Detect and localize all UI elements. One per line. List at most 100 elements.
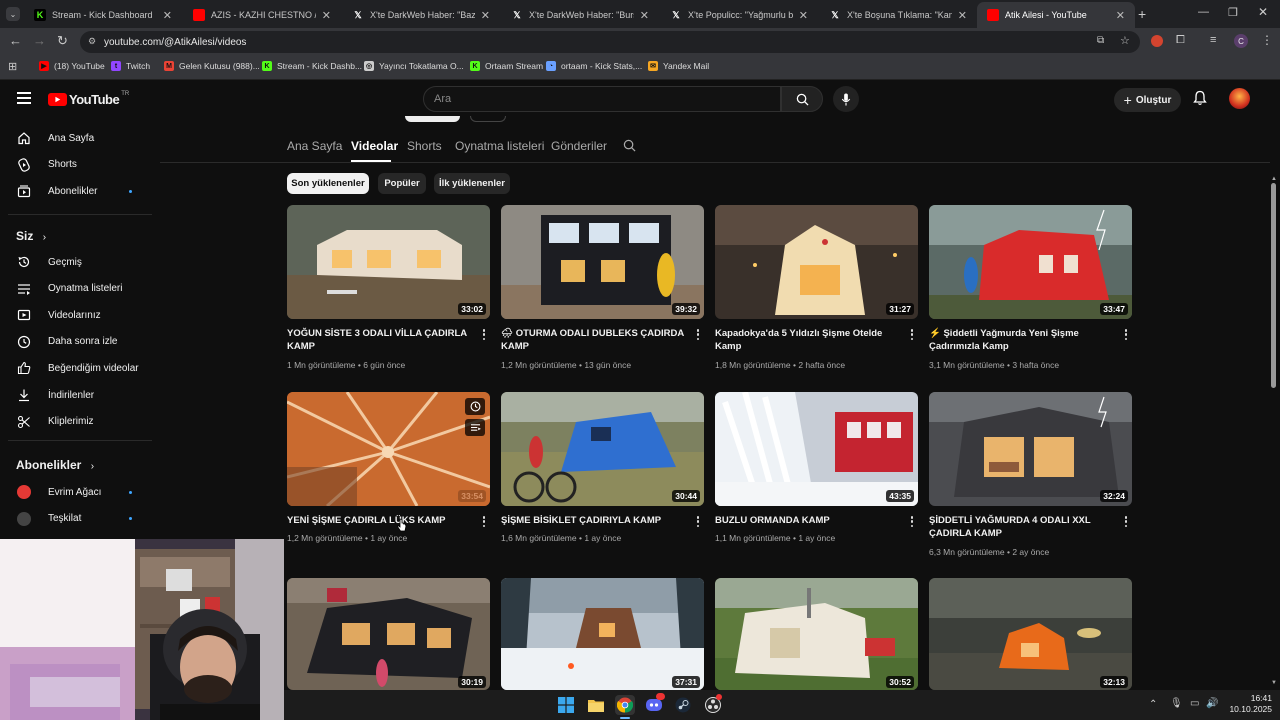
join-button-remnant[interactable] bbox=[470, 116, 506, 122]
filter-chip[interactable]: Son yüklenenler bbox=[287, 173, 369, 194]
search-button[interactable] bbox=[781, 86, 823, 112]
sidebar-you-heading[interactable]: Siz › bbox=[16, 229, 46, 243]
watch-later-clock-icon[interactable] bbox=[465, 398, 485, 415]
video-card[interactable]: 30:19 bbox=[287, 578, 490, 690]
video-title[interactable]: ŞİŞME BİSİKLET ÇADIRIYLA KAMP bbox=[501, 514, 686, 527]
page-scrollbar[interactable] bbox=[1271, 183, 1276, 388]
video-options-icon[interactable] bbox=[481, 516, 487, 528]
channel-tab[interactable]: Gönderiler bbox=[551, 139, 607, 153]
close-tab-icon[interactable]: ✕ bbox=[481, 9, 490, 22]
video-thumbnail[interactable]: 30:44 bbox=[501, 392, 704, 506]
sidebar-item-oynatma-listeleri[interactable]: Oynatma listeleri bbox=[0, 276, 152, 302]
channel-tab[interactable]: Videolar bbox=[351, 139, 398, 153]
sidebar-item-daha-sonra-izle[interactable]: Daha sonra izle bbox=[0, 329, 152, 355]
add-to-queue-icon[interactable] bbox=[465, 419, 485, 436]
video-thumbnail[interactable]: 31:27 bbox=[715, 205, 918, 319]
video-card[interactable]: 32:13 bbox=[929, 578, 1132, 690]
video-card[interactable]: 30:44 ŞİŞME BİSİKLET ÇADIRIYLA KAMP 1,6 Mn… bbox=[501, 392, 704, 562]
filter-chip[interactable]: İlk yüklenenler bbox=[434, 173, 510, 194]
create-button[interactable]: + Oluştur bbox=[1114, 88, 1181, 112]
video-thumbnail[interactable]: 30:19 bbox=[287, 578, 490, 690]
media-controls-icon[interactable]: ≡ bbox=[1210, 34, 1216, 46]
bookmark-item[interactable]: t Twitch bbox=[111, 61, 150, 71]
video-thumbnail[interactable]: 32:13 bbox=[929, 578, 1132, 690]
browser-tab[interactable]: 𝕏 X'te DarkWeb Haber: "Bazı me ✕ bbox=[342, 2, 500, 28]
sidebar-item-teşkilat[interactable]: Teşkilat bbox=[0, 506, 152, 532]
video-card[interactable]: 30:52 bbox=[715, 578, 918, 690]
tray-overflow-icon[interactable]: ⌃ bbox=[1149, 699, 1157, 710]
video-title[interactable]: YOĞUN SİSTE 3 ODALI VİLLA ÇADIRLA KAMP bbox=[287, 327, 472, 353]
video-card[interactable]: 31:27 Kapadokya'da 5 Yıldızlı Şişme Oteld… bbox=[715, 205, 918, 375]
notifications-bell-icon[interactable] bbox=[1193, 90, 1207, 111]
site-info-icon[interactable]: ⚙ bbox=[88, 36, 96, 47]
browser-tab[interactable]: AZIS - KAZHI CHESTNO / АЗИС ✕ bbox=[183, 2, 341, 28]
sidebar-item-i-ndirilenler[interactable]: İndirilenler bbox=[0, 382, 152, 408]
close-tab-icon[interactable]: ✕ bbox=[640, 9, 649, 22]
bookmark-item[interactable]: ◎ Yayıncı Tokatlama O... bbox=[364, 61, 464, 71]
browser-tab[interactable]: 𝕏 X'te Populicc: "Yağmurlu bir gü ✕ bbox=[660, 2, 818, 28]
url-field[interactable]: ⚙ youtube.com/@AtikAilesi/videos ⧉ ☆ bbox=[80, 31, 1140, 53]
microphone-tray-icon[interactable]: 🎙 bbox=[1170, 698, 1183, 709]
sidebar-item-beğendiğim-videolar[interactable]: Beğendiğim videolar bbox=[0, 355, 152, 381]
new-tab-icon[interactable]: + bbox=[1138, 6, 1146, 22]
bookmark-item[interactable]: K Ortaam Stream bbox=[470, 61, 543, 71]
sidebar-item-kliplerimiz[interactable]: Kliplerimiz bbox=[0, 409, 152, 435]
windows-start-icon[interactable] bbox=[556, 695, 576, 715]
video-card[interactable]: 33:54 YENİ ŞİŞME ÇADIRLA LÜKS KAMP 1,2 Mn … bbox=[287, 392, 490, 562]
obs-studio-icon[interactable] bbox=[703, 694, 723, 715]
bookmark-item[interactable]: K Stream - Kick Dashb... bbox=[262, 61, 362, 71]
video-options-icon[interactable] bbox=[481, 329, 487, 341]
volume-icon[interactable]: 🔊 bbox=[1206, 698, 1218, 709]
scroll-up-arrow-icon[interactable]: ▲ bbox=[1271, 176, 1277, 182]
bookmark-item[interactable]: ✉ Yandex Mail bbox=[648, 61, 709, 71]
video-title[interactable]: Kapadokya'da 5 Yıldızlı Şişme Otelde Kam… bbox=[715, 327, 900, 353]
channel-tab[interactable]: Ana Sayfa bbox=[287, 139, 342, 153]
channel-tab[interactable]: Oynatma listeleri bbox=[455, 139, 544, 153]
browser-menu-icon[interactable]: ⋮ bbox=[1261, 33, 1273, 47]
back-icon[interactable]: ← bbox=[9, 33, 22, 48]
close-tab-icon[interactable]: ✕ bbox=[163, 9, 172, 22]
sidebar-item-geçmiş[interactable]: Geçmiş bbox=[0, 249, 152, 275]
apps-grid-icon[interactable]: ⊞ bbox=[8, 60, 17, 73]
video-options-icon[interactable] bbox=[909, 329, 915, 341]
minimize-icon[interactable]: — bbox=[1198, 6, 1209, 18]
bookmark-item[interactable]: ▶ (18) YouTube bbox=[39, 61, 105, 71]
display-tray-icon[interactable]: ▭ bbox=[1190, 698, 1199, 709]
video-card[interactable]: 37:31 bbox=[501, 578, 704, 690]
bookmark-star-icon[interactable]: ☆ bbox=[1120, 34, 1130, 47]
video-thumbnail[interactable]: 33:54 bbox=[287, 392, 490, 506]
forward-icon[interactable]: → bbox=[33, 33, 46, 48]
sidebar-item-shorts[interactable]: Shorts bbox=[0, 152, 152, 178]
sidebar-item-ana-sayfa[interactable]: Ana Sayfa bbox=[0, 125, 152, 151]
video-options-icon[interactable] bbox=[909, 516, 915, 528]
youtube-logo[interactable]: YouTube TR bbox=[48, 91, 129, 107]
video-options-icon[interactable] bbox=[1123, 516, 1129, 528]
video-card[interactable]: 32:24 ŞİDDETLİ YAĞMURDA 4 ODALI XXL ÇADIR… bbox=[929, 392, 1132, 562]
channel-tab[interactable]: Shorts bbox=[407, 139, 442, 153]
video-thumbnail[interactable]: 33:02 bbox=[287, 205, 490, 319]
video-title[interactable]: BUZLU ORMANDA KAMP bbox=[715, 514, 900, 527]
browser-tab[interactable]: 𝕏 X'te Boşuna Tıklama: "Kamp vi ✕ bbox=[819, 2, 977, 28]
browser-tab[interactable]: 𝕏 X'te DarkWeb Haber: "Bursa'da ✕ bbox=[501, 2, 659, 28]
browser-tab[interactable]: K Stream - Kick Dashboard ✕ bbox=[24, 2, 182, 28]
video-card[interactable]: 33:47 ⚡ Şiddetli Yağmurda Yeni Şişme Çadı… bbox=[929, 205, 1132, 375]
bookmark-item[interactable]: ◔ ortaam - Kick Stats,... bbox=[546, 61, 642, 71]
video-title[interactable]: YENİ ŞİŞME ÇADIRLA LÜKS KAMP bbox=[287, 514, 472, 527]
video-thumbnail[interactable]: 32:24 bbox=[929, 392, 1132, 506]
sidebar-item-evrim-ağacı[interactable]: Evrim Ağacı bbox=[0, 479, 152, 505]
video-title[interactable]: 🌧 OTURMA ODALI DUBLEKS ÇADIRDA KAMP bbox=[501, 327, 686, 353]
filter-chip[interactable]: Popüler bbox=[378, 173, 426, 194]
reload-icon[interactable]: ↻ bbox=[57, 33, 68, 49]
sidebar-item-abonelikler[interactable]: Abonelikler bbox=[0, 178, 152, 204]
subscribe-button-remnant[interactable] bbox=[405, 116, 460, 122]
install-app-icon[interactable]: ⧉ bbox=[1097, 35, 1104, 46]
bookmark-item[interactable]: M Gelen Kutusu (988)... bbox=[164, 61, 260, 71]
profile-avatar[interactable]: C bbox=[1234, 34, 1248, 48]
close-tab-icon[interactable]: ✕ bbox=[958, 9, 967, 22]
video-card[interactable]: 43:35 BUZLU ORMANDA KAMP 1,1 Mn görüntülem… bbox=[715, 392, 918, 562]
extensions-puzzle-icon[interactable]: ⧠ bbox=[1176, 34, 1185, 47]
browser-tab[interactable]: Atik Ailesi - YouTube ✕ bbox=[977, 2, 1135, 28]
video-card[interactable]: 39:32 🌧 OTURMA ODALI DUBLEKS ÇADIRDA KAMP… bbox=[501, 205, 704, 375]
account-avatar[interactable] bbox=[1229, 88, 1250, 109]
video-thumbnail[interactable]: 39:32 bbox=[501, 205, 704, 319]
